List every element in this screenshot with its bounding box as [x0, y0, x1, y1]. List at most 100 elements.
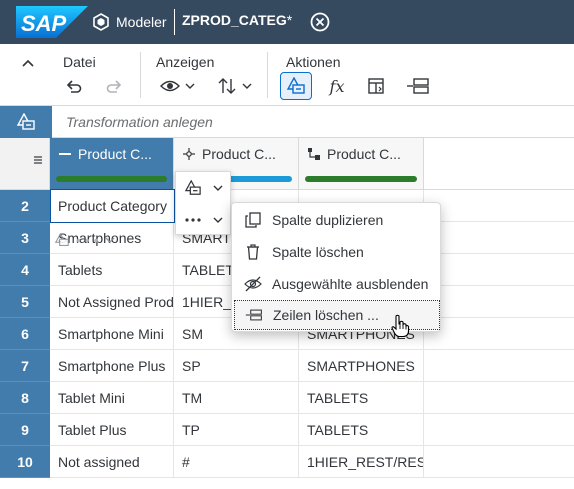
hierarchy-icon	[308, 148, 320, 160]
more-options-dropdown[interactable]	[176, 204, 232, 236]
grid-corner[interactable]	[0, 138, 50, 190]
document-title: ZPROD_CATEG*	[182, 12, 293, 28]
menu-item-duplicate-column[interactable]: Spalte duplizieren	[234, 205, 440, 235]
row-number[interactable]: 2	[0, 190, 50, 222]
table-cell[interactable]: Not Assigned Produ	[50, 286, 174, 318]
empty-cell	[424, 446, 574, 478]
table-row: 10 Not assigned #1HIER_REST/REST	[0, 446, 574, 478]
transform-dropdown[interactable]	[176, 172, 232, 204]
toolbar-divider	[140, 52, 141, 98]
column-quality-bar	[56, 176, 167, 182]
chevron-up-icon[interactable]	[20, 56, 36, 72]
table-cell[interactable]: Tablet Mini	[50, 382, 174, 414]
more-icon	[185, 218, 201, 222]
sort-menu-button[interactable]	[213, 72, 257, 100]
trash-icon	[244, 243, 262, 261]
redo-button[interactable]	[100, 72, 128, 100]
table-cell[interactable]: TABLETS	[299, 382, 424, 414]
transform-button[interactable]	[280, 72, 312, 100]
transform-icon	[184, 180, 201, 195]
hierarchy-node-icon	[183, 148, 195, 160]
chevron-down-icon	[213, 185, 223, 191]
empty-cell	[424, 190, 574, 222]
table-cell[interactable]: Smartphone Mini	[50, 318, 174, 350]
column-header-3[interactable]: Product C...	[299, 138, 424, 190]
row-number[interactable]: 10	[0, 446, 50, 478]
table-row: 9 Tablet Plus TP TABLETS	[0, 414, 574, 446]
sort-icon	[218, 78, 236, 94]
row-number[interactable]: 9	[0, 414, 50, 446]
table-cell[interactable]: TABLETS	[299, 414, 424, 446]
split-column-button[interactable]	[363, 72, 391, 100]
toolbar-group-aktionen: Aktionen	[286, 54, 341, 70]
empty-cell	[424, 286, 574, 318]
edit-cell-input[interactable]: Product Category	[50, 189, 175, 223]
transformation-input[interactable]: Transformation anlegen	[66, 114, 213, 130]
row-number[interactable]: 7	[0, 350, 50, 382]
undo-button[interactable]	[60, 72, 88, 100]
chevron-down-icon	[242, 83, 252, 89]
toolbar-divider	[267, 52, 268, 98]
table-cell[interactable]: #	[174, 446, 299, 478]
empty-cell	[424, 318, 574, 350]
formula-button[interactable]: fx	[323, 72, 351, 100]
transform-icon	[54, 233, 69, 246]
delete-rows-toolbar-button[interactable]	[402, 72, 434, 100]
formula-bar: Transformation anlegen	[0, 106, 574, 138]
table-cell[interactable]: Smartphone Plus	[50, 350, 174, 382]
table-cell[interactable]: TP	[174, 414, 299, 446]
hide-icon	[244, 275, 262, 293]
table-cell[interactable]: TM	[174, 382, 299, 414]
row-number[interactable]: 6	[0, 318, 50, 350]
menu-item-hide-selected[interactable]: Ausgewählte ausblenden	[234, 269, 440, 299]
chevron-down-icon	[185, 83, 195, 89]
svg-text:SAP: SAP	[21, 11, 67, 36]
chevron-down-icon	[105, 237, 115, 243]
menu-lines-icon	[34, 156, 42, 164]
chevron-down-icon	[213, 217, 223, 223]
ghost-icon-placeholder: • • •	[76, 232, 99, 248]
fx-icon: fx	[329, 76, 345, 96]
row-number[interactable]: 3	[0, 222, 50, 254]
delete-rows-icon	[245, 306, 263, 324]
app-name[interactable]: Modeler	[92, 10, 167, 34]
table-cell[interactable]: SP	[174, 350, 299, 382]
toolbar-group-anzeigen: Anzeigen	[156, 54, 215, 70]
column-header-label: Product C...	[78, 146, 152, 162]
cell-actions-popover	[175, 171, 231, 235]
column-header-label: Product C...	[202, 146, 276, 162]
transform-icon	[286, 77, 305, 94]
empty-cell	[424, 382, 574, 414]
table-row: 8 Tablet Mini TM TABLETS	[0, 382, 574, 414]
transform-mode-button[interactable]	[0, 106, 52, 138]
redo-icon	[106, 80, 122, 93]
app-name-label: Modeler	[116, 14, 167, 30]
table-cell[interactable]: 1HIER_REST/REST	[299, 446, 424, 478]
table-cell[interactable]: SMARTPHONES	[299, 350, 424, 382]
transform-icon	[16, 113, 35, 130]
column-header-label: Product C...	[327, 146, 401, 162]
cube-icon	[93, 13, 109, 31]
row-number[interactable]: 8	[0, 382, 50, 414]
menu-item-delete-column[interactable]: Spalte löschen	[234, 237, 440, 267]
close-circle-icon[interactable]	[309, 11, 331, 33]
table-cell[interactable]: Not assigned	[50, 446, 174, 478]
drag-ghost: • • •	[54, 227, 116, 253]
context-menu: Spalte duplizieren Spalte löschen Ausgew…	[231, 202, 441, 332]
row-number[interactable]: 4	[0, 254, 50, 286]
empty-header-area	[424, 138, 574, 190]
dimension-dash-icon	[59, 153, 71, 155]
table-row: 7 Smartphone Plus SP SMARTPHONES	[0, 350, 574, 382]
view-menu-button[interactable]	[155, 72, 201, 100]
empty-cell	[424, 414, 574, 446]
toolbar-group-datei: Datei	[63, 54, 96, 70]
sap-logo[interactable]: SAP	[16, 6, 88, 38]
undo-icon	[66, 80, 82, 93]
column-quality-bar	[305, 176, 417, 182]
table-cell[interactable]: Tablets	[50, 254, 174, 286]
empty-cell	[424, 350, 574, 382]
table-cell[interactable]: Tablet Plus	[50, 414, 174, 446]
column-header-1[interactable]: Product C...	[50, 138, 174, 190]
shell-bar: SAP Modeler ZPROD_CATEG*	[0, 0, 574, 44]
row-number[interactable]: 5	[0, 286, 50, 318]
